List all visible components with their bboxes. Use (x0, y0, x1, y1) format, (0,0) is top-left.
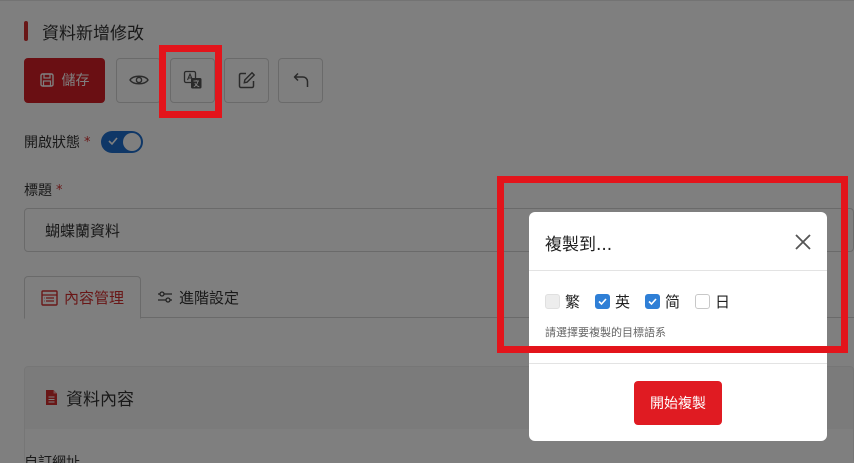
start-copy-button[interactable]: 開始複製 (634, 381, 722, 425)
highlight-box-translate-button (159, 45, 222, 118)
highlight-box-language-options (497, 176, 848, 353)
dialog-footer: 開始複製 (529, 363, 827, 441)
